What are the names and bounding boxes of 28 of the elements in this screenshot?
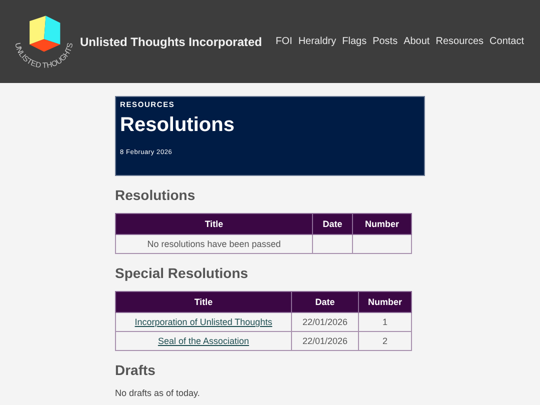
table-cell: 2 <box>358 332 412 350</box>
drafts-note: No drafts as of today. <box>115 388 201 398</box>
resolution-link[interactable]: Seal of the Association <box>158 336 250 346</box>
resolution-link[interactable]: Incorporation of Unlisted Thoughts <box>134 317 272 327</box>
nav-link[interactable]: Posts <box>372 36 398 47</box>
section-heading: Resolutions <box>115 187 196 203</box>
table-cell: 22/01/2026 <box>292 312 358 332</box>
column-header: Number <box>352 214 412 234</box>
nav-link[interactable]: About <box>404 36 430 47</box>
table-cell: 22/01/2026 <box>292 332 358 350</box>
nav-link[interactable]: Contact <box>490 36 524 47</box>
section-heading: Drafts <box>115 362 156 378</box>
column-header: Date <box>312 214 352 234</box>
column-header: Date <box>292 292 358 312</box>
empty-cell <box>312 234 352 254</box>
empty-cell <box>352 234 412 254</box>
section-heading: Special Resolutions <box>115 265 250 281</box>
nav-link[interactable]: Heraldry <box>298 36 336 47</box>
nav-link[interactable]: Resources <box>436 36 484 47</box>
column-header: Title <box>116 292 292 312</box>
nav-link[interactable]: FOI <box>276 36 292 47</box>
column-header: Number <box>358 292 412 312</box>
table-cell: 1 <box>358 312 412 332</box>
column-header: Title <box>116 214 312 234</box>
nav-link[interactable]: Flags <box>342 36 367 47</box>
page-title: Resolutions <box>120 114 236 137</box>
site-title[interactable]: Unlisted Thoughts Incorporated <box>80 34 262 48</box>
table-cell: No resolutions have been passed <box>116 234 312 254</box>
